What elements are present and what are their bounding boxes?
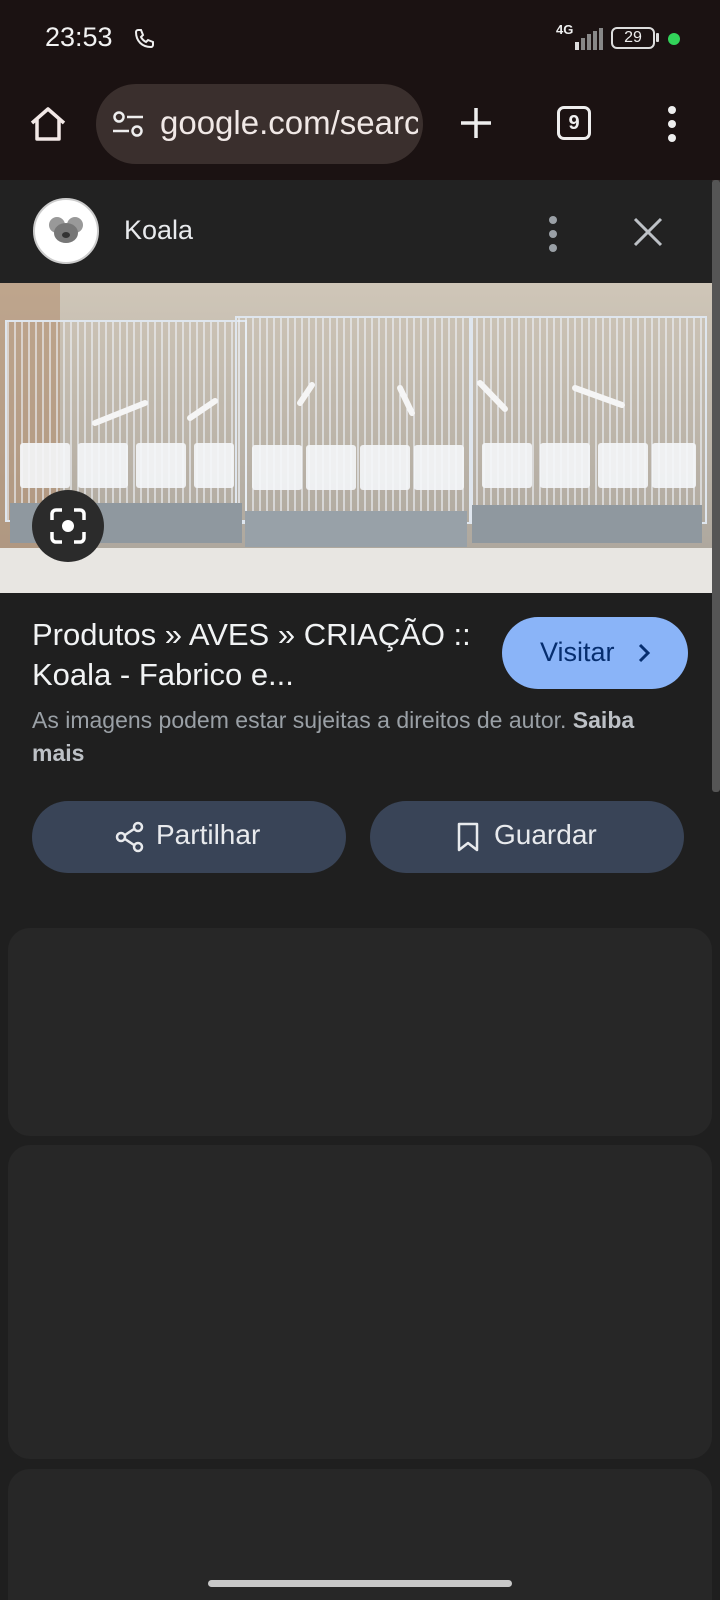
visit-label: Visitar [540, 637, 615, 667]
share-icon [115, 821, 144, 853]
new-tab-icon[interactable] [458, 105, 494, 141]
panel-more-icon[interactable] [547, 214, 559, 254]
battery-indicator: 29 [611, 27, 655, 49]
share-button[interactable]: Partilhar [32, 801, 346, 873]
site-settings-icon[interactable] [112, 110, 144, 138]
save-label: Guardar [494, 819, 597, 850]
related-result-card[interactable] [8, 928, 712, 1136]
more-options-icon[interactable] [666, 104, 678, 144]
visit-button[interactable]: Visitar [502, 617, 688, 689]
related-result-card[interactable] [8, 1145, 712, 1459]
chevron-right-icon [638, 643, 651, 663]
phone-call-icon [134, 29, 154, 49]
panel-header [0, 180, 712, 283]
url-text[interactable]: google.com/search [160, 104, 418, 142]
bird-cages-photo [0, 283, 712, 593]
koala-logo-icon [49, 217, 83, 243]
tab-switcher-button[interactable]: 9 [557, 106, 591, 140]
result-title[interactable]: Produtos » AVES » CRIAÇÃO :: Koala - Fab… [32, 615, 472, 695]
status-time: 23:53 [45, 22, 113, 52]
bookmark-icon [457, 822, 479, 852]
address-bar[interactable]: google.com/search [96, 84, 423, 164]
network-type: 4G [556, 22, 574, 37]
copyright-text: As imagens podem estar sujeitas a direit… [32, 707, 567, 733]
privacy-indicator-dot [668, 33, 680, 45]
google-lens-button[interactable] [32, 490, 104, 562]
signal-icon [575, 28, 603, 50]
save-button[interactable]: Guardar [370, 801, 684, 873]
site-name[interactable]: Koala [124, 215, 193, 246]
close-icon[interactable] [632, 216, 664, 248]
share-label: Partilhar [156, 819, 261, 850]
copyright-notice: As imagens podem estar sujeitas a direit… [32, 704, 692, 770]
scrollbar[interactable] [712, 180, 720, 792]
site-logo[interactable] [33, 198, 99, 264]
home-indicator[interactable] [208, 1580, 512, 1587]
result-image[interactable] [0, 283, 712, 593]
home-icon[interactable] [28, 104, 68, 144]
lens-icon [50, 508, 86, 544]
battery-tip [656, 33, 659, 42]
